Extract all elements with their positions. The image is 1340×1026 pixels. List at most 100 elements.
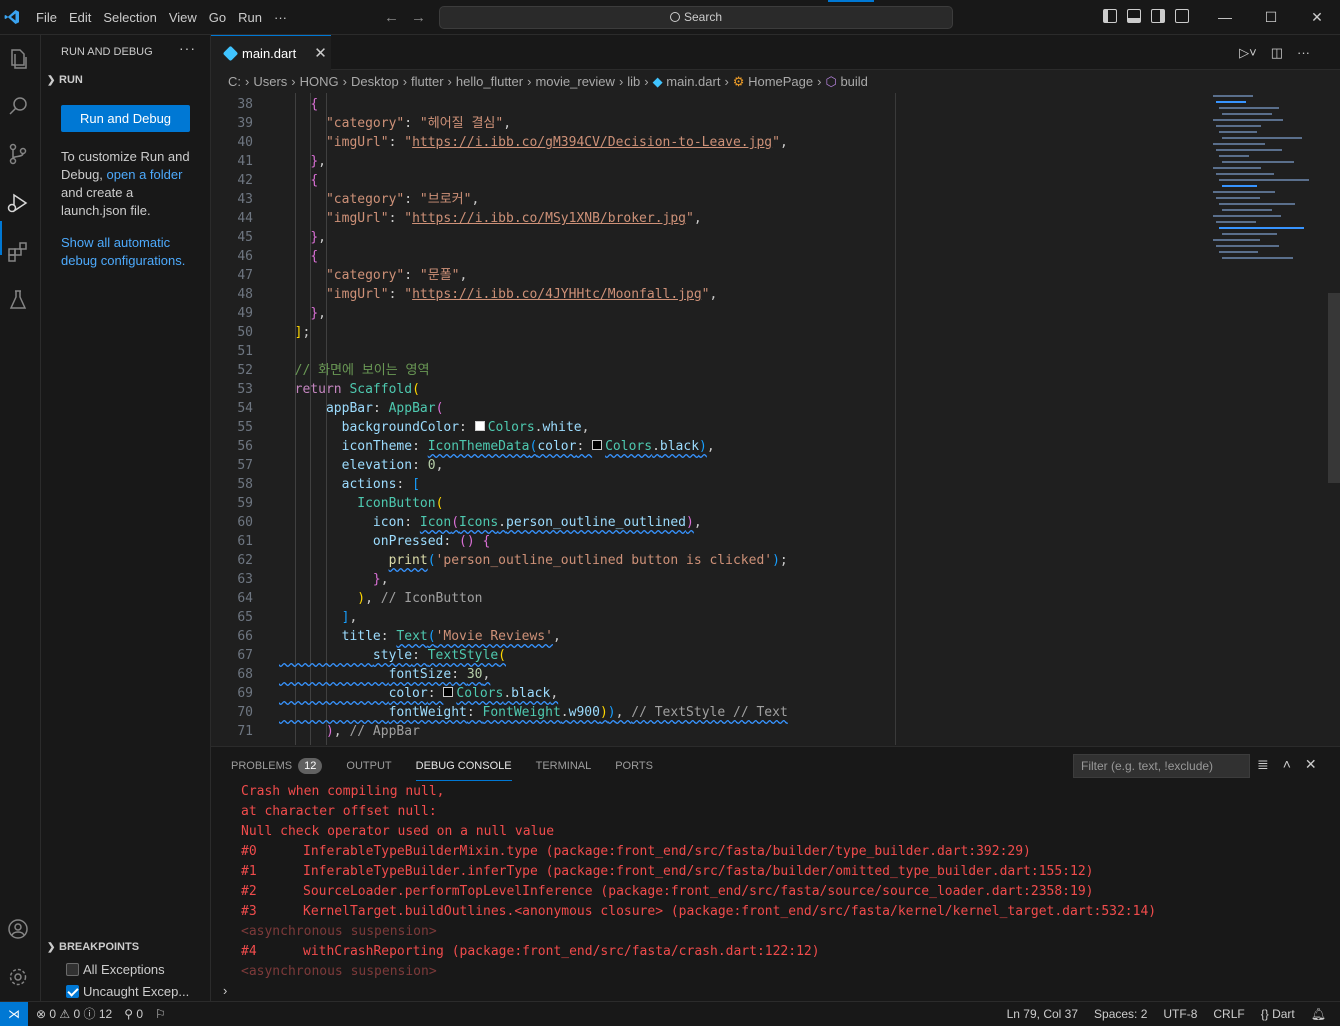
more-editor-actions-icon[interactable]: ··· — [1297, 45, 1310, 61]
line-number[interactable]: 49 — [211, 304, 253, 323]
open-folder-link[interactable]: open a folder — [107, 167, 183, 182]
code-line[interactable]: 61 onPressed: () { — [211, 532, 1211, 551]
line-number[interactable]: 59 — [211, 494, 253, 513]
menu-edit[interactable]: Edit — [63, 0, 97, 35]
code-line[interactable]: 71 ), // AppBar — [211, 722, 1211, 741]
line-number[interactable]: 45 — [211, 228, 253, 247]
line-number[interactable]: 65 — [211, 608, 253, 627]
line-number[interactable]: 55 — [211, 418, 253, 437]
line-number[interactable]: 70 — [211, 703, 253, 722]
minimize-icon[interactable]: — — [1202, 0, 1248, 35]
tab-ports[interactable]: PORTS — [615, 755, 653, 777]
menu-run[interactable]: Run — [232, 0, 268, 35]
breadcrumb-item[interactable]: build — [840, 74, 867, 89]
stack-frame-text[interactable]: SourceLoader.performTopLevelInference (p… — [303, 884, 1094, 899]
vertical-scrollbar[interactable] — [1328, 293, 1340, 483]
source-control-icon[interactable] — [6, 142, 30, 166]
extensions-icon[interactable] — [6, 240, 30, 264]
code-line[interactable]: 56 iconTheme: IconThemeData(color: Color… — [211, 437, 1211, 456]
breadcrumb-item[interactable]: flutter — [411, 74, 444, 89]
line-number[interactable]: 68 — [211, 665, 253, 684]
code-line[interactable]: 44 "imgUrl": "https://i.ibb.co/MSy1XNB/b… — [211, 209, 1211, 228]
line-number[interactable]: 39 — [211, 114, 253, 133]
tab-output[interactable]: OUTPUT — [346, 755, 391, 777]
line-number[interactable]: 58 — [211, 475, 253, 494]
line-number[interactable]: 57 — [211, 456, 253, 475]
stack-frame-text[interactable]: InferableTypeBuilder.inferType (package:… — [303, 864, 1094, 879]
toggle-panel-icon[interactable] — [1127, 9, 1141, 23]
code-line[interactable]: 57 elevation: 0, — [211, 456, 1211, 475]
settings-gear-icon[interactable] — [6, 965, 30, 989]
remote-indicator-icon[interactable]: ⋊ — [0, 1002, 28, 1026]
run-section-header[interactable]: ❯ RUN — [47, 74, 83, 86]
toggle-primary-sidebar-icon[interactable] — [1103, 9, 1117, 23]
line-number[interactable]: 40 — [211, 133, 253, 152]
minimap[interactable] — [1209, 93, 1329, 273]
toggle-secondary-sidebar-icon[interactable] — [1151, 9, 1165, 23]
code-line[interactable]: 50 ]; — [211, 323, 1211, 342]
menu-go[interactable]: Go — [203, 0, 232, 35]
maximize-panel-icon[interactable]: ˄ — [1283, 756, 1291, 773]
breadcrumb-item[interactable]: lib — [627, 74, 640, 89]
line-number[interactable]: 43 — [211, 190, 253, 209]
line-number[interactable]: 67 — [211, 646, 253, 665]
console-prompt-icon[interactable]: › — [223, 983, 227, 998]
stack-frame-text[interactable]: InferableTypeBuilderMixin.type (package:… — [303, 844, 1031, 859]
breadcrumb-item[interactable]: C: — [228, 74, 241, 89]
close-panel-icon[interactable]: ✕ — [1305, 756, 1317, 773]
tab-debug-console[interactable]: DEBUG CONSOLE — [415, 755, 512, 781]
menu-selection[interactable]: Selection — [97, 0, 162, 35]
code-line[interactable]: 67 style: TextStyle( — [211, 646, 1211, 665]
more-actions-icon[interactable]: ··· — [179, 40, 196, 56]
checkbox-checked[interactable] — [66, 985, 79, 998]
stack-frame-text[interactable]: KernelTarget.buildOutlines.<anonymous cl… — [303, 904, 1156, 919]
breadcrumb-item[interactable]: Users — [253, 74, 287, 89]
color-swatch-black[interactable] — [443, 687, 454, 697]
close-tab-icon[interactable]: ✕ — [314, 44, 327, 62]
debug-status-icon[interactable]: ⚐ — [155, 1002, 166, 1026]
run-and-debug-button[interactable]: Run and Debug — [61, 105, 190, 132]
back-arrow-icon[interactable]: ← — [384, 9, 399, 26]
checkbox[interactable] — [66, 963, 79, 976]
notifications-bell-icon[interactable]: 🔔︎ — [1311, 1002, 1326, 1026]
line-number[interactable]: 63 — [211, 570, 253, 589]
maximize-icon[interactable]: ☐ — [1248, 0, 1294, 35]
code-line[interactable]: 65 ], — [211, 608, 1211, 627]
tab-main-dart[interactable]: main.dart ✕ — [211, 35, 331, 70]
code-line[interactable]: 51 — [211, 342, 1211, 361]
console-filter-input[interactable]: Filter (e.g. text, !exclude) — [1073, 754, 1250, 778]
line-ending[interactable]: CRLF — [1213, 1002, 1244, 1026]
url-link[interactable]: https://i.ibb.co/MSy1XNB/broker.jpg — [412, 211, 686, 226]
color-swatch-white[interactable] — [474, 421, 485, 431]
code-line[interactable]: 49 }, — [211, 304, 1211, 323]
menu-file[interactable]: File — [30, 0, 63, 35]
problems-status[interactable]: ⊗ 0 ⚠ 0 ⓘ 12 — [36, 1002, 112, 1026]
code-line[interactable]: 48 "imgUrl": "https://i.ibb.co/4JYHHtc/M… — [211, 285, 1211, 304]
run-and-debug-icon[interactable] — [6, 191, 30, 215]
line-number[interactable]: 69 — [211, 684, 253, 703]
explorer-icon[interactable] — [6, 47, 30, 71]
code-line[interactable]: 39 "category": "헤어질 결심", — [211, 114, 1211, 133]
code-line[interactable]: 63 }, — [211, 570, 1211, 589]
menu-view[interactable]: View — [163, 0, 203, 35]
code-line[interactable]: 70 fontWeight: FontWeight.w900)), // Tex… — [211, 703, 1211, 722]
language-mode[interactable]: {} Dart — [1261, 1002, 1295, 1026]
code-line[interactable]: 38 { — [211, 95, 1211, 114]
line-number[interactable]: 44 — [211, 209, 253, 228]
breadcrumb-item[interactable]: movie_review — [535, 74, 614, 89]
code-line[interactable]: 69 color: Colors.black, — [211, 684, 1211, 703]
code-line[interactable]: 64 ), // IconButton — [211, 589, 1211, 608]
customize-layout-icon[interactable] — [1175, 9, 1189, 23]
line-number[interactable]: 46 — [211, 247, 253, 266]
line-number[interactable]: 66 — [211, 627, 253, 646]
encoding[interactable]: UTF-8 — [1163, 1002, 1197, 1026]
menu-more[interactable]: ··· — [268, 0, 293, 35]
code-line[interactable]: 46 { — [211, 247, 1211, 266]
breadcrumb-item[interactable]: Desktop — [351, 74, 399, 89]
line-number[interactable]: 47 — [211, 266, 253, 285]
code-line[interactable]: 53 return Scaffold( — [211, 380, 1211, 399]
code-line[interactable]: 42 { — [211, 171, 1211, 190]
code-line[interactable]: 68 fontSize: 30, — [211, 665, 1211, 684]
code-line[interactable]: 62 print('person_outline_outlined button… — [211, 551, 1211, 570]
code-line[interactable]: 40 "imgUrl": "https://i.ibb.co/gM394CV/D… — [211, 133, 1211, 152]
